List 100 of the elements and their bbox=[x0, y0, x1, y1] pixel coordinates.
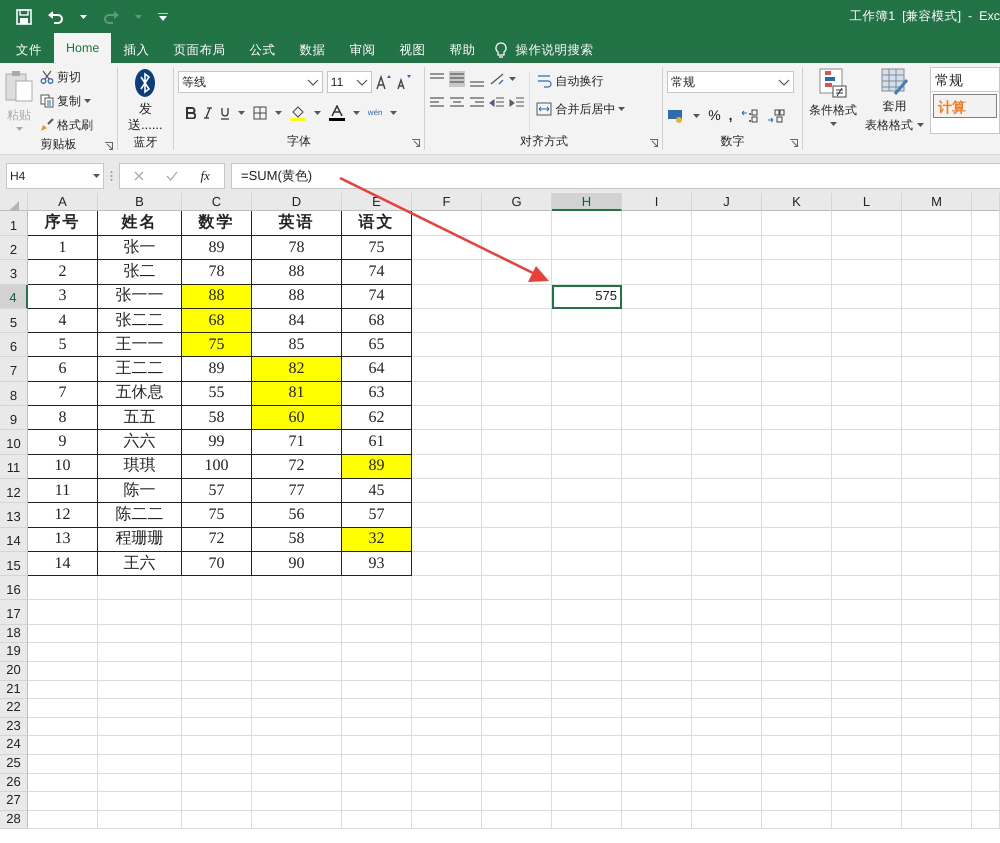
comma-style-button[interactable]: , bbox=[728, 105, 733, 126]
row-header[interactable]: 19 bbox=[0, 643, 28, 662]
save-icon[interactable] bbox=[16, 8, 32, 24]
column-header[interactable]: F bbox=[412, 193, 482, 211]
fill-color-icon[interactable] bbox=[290, 105, 306, 121]
send-button[interactable]: 发送...... bbox=[123, 67, 168, 134]
caret-icon[interactable] bbox=[509, 77, 516, 81]
tell-me-search[interactable]: 操作说明搜索 bbox=[515, 40, 594, 60]
align-middle-icon[interactable] bbox=[449, 71, 466, 87]
ribbon-tab[interactable]: 文件 bbox=[4, 37, 54, 63]
column-header[interactable]: H bbox=[552, 193, 622, 211]
ribbon-tab[interactable]: 视图 bbox=[387, 37, 438, 63]
active-cell[interactable]: 575 bbox=[552, 284, 622, 309]
caret-icon[interactable] bbox=[830, 122, 837, 126]
wrap-text-button[interactable]: 自动换行 bbox=[534, 71, 628, 91]
ribbon-tab[interactable]: 公式 bbox=[237, 37, 288, 63]
row-header[interactable]: 5 bbox=[0, 308, 28, 334]
format-as-table-button[interactable]: 套用 表格格式 bbox=[863, 67, 926, 134]
orientation-icon[interactable] bbox=[489, 72, 506, 86]
caret-icon[interactable] bbox=[314, 111, 321, 115]
caret-icon[interactable] bbox=[917, 123, 924, 128]
row-header[interactable]: 15 bbox=[0, 552, 28, 576]
row-header[interactable]: 18 bbox=[0, 624, 28, 644]
italic-icon[interactable] bbox=[204, 107, 212, 119]
caret-icon[interactable] bbox=[274, 111, 282, 115]
ribbon-tab[interactable]: 页面布局 bbox=[161, 37, 238, 63]
ribbon-tab[interactable]: 审阅 bbox=[337, 37, 388, 63]
conditional-formatting-button[interactable]: 条件格式 bbox=[807, 67, 860, 134]
shrink-font-icon[interactable] bbox=[396, 74, 412, 90]
column-header[interactable]: C bbox=[182, 193, 252, 211]
decrease-decimal-icon[interactable] bbox=[766, 108, 785, 124]
column-header[interactable]: B bbox=[98, 193, 182, 211]
caret-icon[interactable] bbox=[390, 111, 398, 115]
row-header[interactable]: 14 bbox=[0, 528, 28, 552]
row-header[interactable]: 8 bbox=[0, 382, 28, 406]
number-format-field[interactable]: 常规 bbox=[667, 71, 794, 93]
row-header[interactable]: 12 bbox=[0, 478, 28, 504]
row-header[interactable]: 21 bbox=[0, 680, 28, 700]
drag-handle-icon[interactable] bbox=[110, 170, 113, 182]
column-header[interactable]: A bbox=[28, 193, 98, 211]
column-header[interactable]: K bbox=[762, 193, 832, 211]
dialog-launcher-icon[interactable] bbox=[104, 142, 113, 150]
increase-indent-icon[interactable] bbox=[509, 96, 526, 110]
column-header[interactable]: L bbox=[832, 193, 902, 211]
row-header[interactable]: 6 bbox=[0, 333, 28, 358]
row-header[interactable]: 9 bbox=[0, 406, 28, 430]
grow-font-icon[interactable] bbox=[376, 74, 392, 90]
name-box[interactable]: H4 bbox=[6, 163, 104, 189]
dialog-launcher-icon[interactable] bbox=[650, 139, 658, 147]
row-header[interactable]: 17 bbox=[0, 600, 28, 625]
caret-icon[interactable] bbox=[618, 107, 626, 111]
undo-icon[interactable] bbox=[48, 10, 64, 24]
column-header[interactable]: J bbox=[692, 193, 762, 211]
caret-icon[interactable] bbox=[352, 111, 360, 115]
cell-style-normal[interactable]: 常规 bbox=[931, 68, 1000, 92]
formula-input[interactable]: =SUM(黄色) bbox=[231, 163, 1000, 189]
caret-icon[interactable] bbox=[238, 111, 245, 115]
insert-function-button[interactable]: fx bbox=[200, 166, 210, 186]
row-header[interactable]: 20 bbox=[0, 662, 28, 681]
cut-button[interactable]: 剪切 bbox=[38, 67, 95, 87]
row-header[interactable]: 24 bbox=[0, 736, 28, 755]
row-header[interactable]: 22 bbox=[0, 699, 28, 718]
bold-icon[interactable] bbox=[186, 107, 196, 119]
percent-style-button[interactable]: % bbox=[708, 105, 721, 126]
row-header[interactable]: 13 bbox=[0, 503, 28, 528]
copy-button[interactable]: 复制 bbox=[38, 91, 95, 111]
row-header[interactable]: 2 bbox=[0, 236, 28, 260]
merge-center-button[interactable]: 合并后居中 bbox=[534, 99, 628, 119]
phonetic-guide-label[interactable]: wén bbox=[368, 107, 382, 119]
font-name-field[interactable]: 等线 bbox=[178, 71, 323, 93]
column-header[interactable]: M bbox=[902, 193, 972, 211]
column-header[interactable]: I bbox=[622, 193, 692, 211]
row-header[interactable]: 11 bbox=[0, 454, 28, 479]
dialog-launcher-icon[interactable] bbox=[412, 139, 420, 147]
row-header[interactable]: 3 bbox=[0, 260, 28, 285]
decrease-indent-icon[interactable] bbox=[489, 96, 506, 110]
row-header[interactable]: 23 bbox=[0, 718, 28, 736]
borders-icon[interactable] bbox=[252, 106, 267, 120]
column-header[interactable]: G bbox=[482, 193, 552, 211]
row-header[interactable]: 10 bbox=[0, 430, 28, 455]
row-header[interactable]: 4 bbox=[0, 284, 28, 309]
caret-icon[interactable] bbox=[93, 174, 100, 178]
row-header[interactable]: 7 bbox=[0, 357, 28, 382]
row-header[interactable]: 28 bbox=[0, 810, 28, 830]
lightbulb-icon[interactable] bbox=[495, 42, 508, 58]
font-size-field[interactable]: 11 bbox=[326, 71, 372, 93]
ribbon-tab[interactable]: 帮助 bbox=[437, 37, 488, 63]
row-header[interactable]: 27 bbox=[0, 792, 28, 811]
ribbon-tab[interactable]: Home bbox=[54, 33, 112, 63]
ribbon-tab[interactable]: 数据 bbox=[287, 37, 338, 63]
dialog-launcher-icon[interactable] bbox=[790, 139, 798, 147]
caret-icon[interactable] bbox=[693, 114, 700, 118]
column-header[interactable]: D bbox=[252, 193, 342, 211]
row-header[interactable]: 26 bbox=[0, 774, 28, 792]
row-header[interactable]: 1 bbox=[0, 211, 28, 236]
caret-icon[interactable] bbox=[84, 99, 91, 103]
ribbon-tab[interactable]: 插入 bbox=[111, 37, 162, 63]
caret-icon[interactable] bbox=[80, 14, 87, 18]
increase-decimal-icon[interactable] bbox=[740, 108, 759, 124]
font-color-icon[interactable] bbox=[328, 105, 345, 121]
